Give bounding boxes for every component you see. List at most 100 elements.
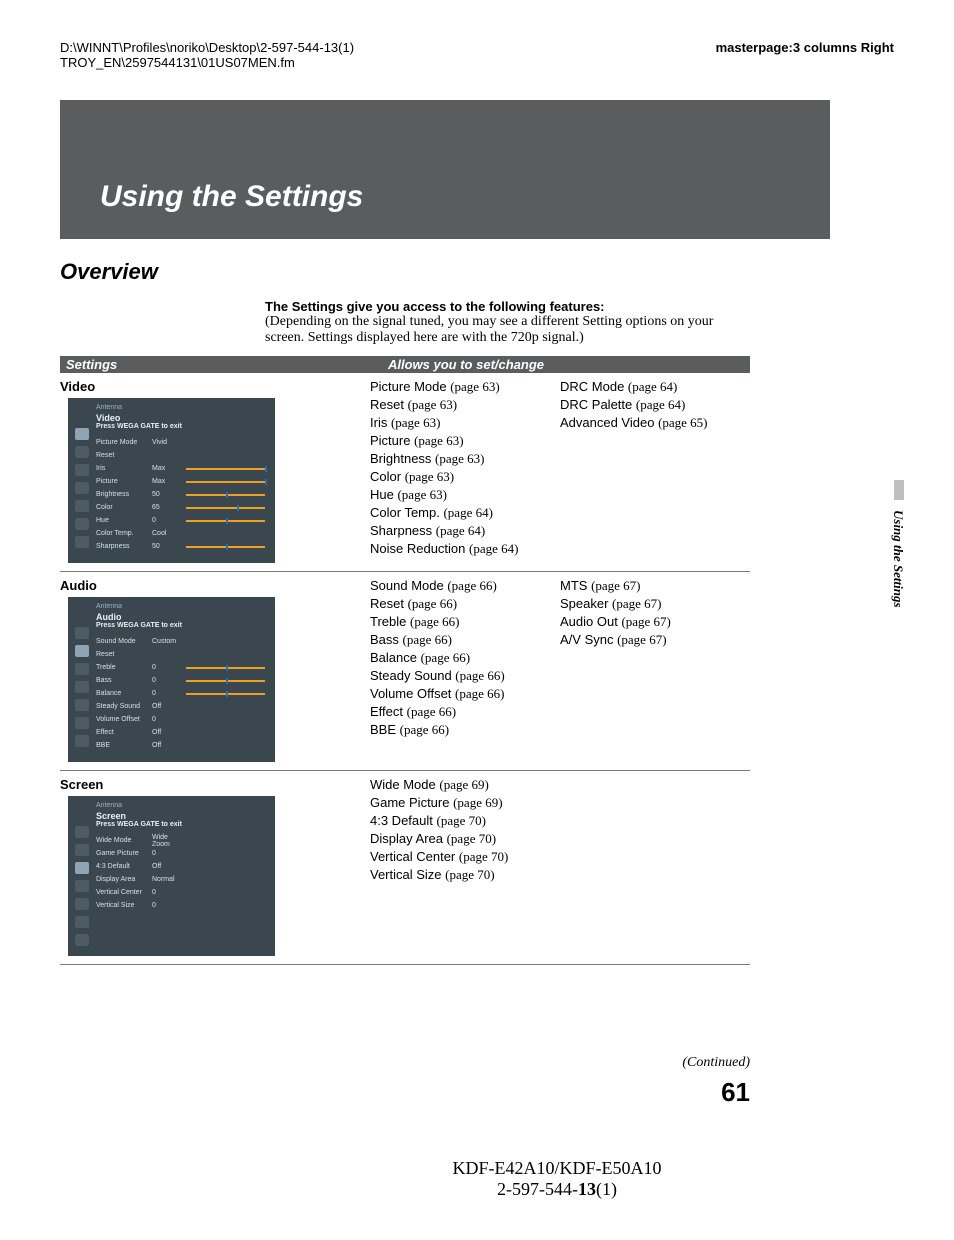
setting-item: Vertical Size (page 70) (370, 867, 560, 883)
setting-item: 4:3 Default (page 70) (370, 813, 560, 829)
menu-nav-icon (75, 663, 89, 675)
menu-row-label: Picture Mode (96, 439, 152, 446)
menu-slider (186, 693, 265, 695)
menu-slider (186, 667, 265, 669)
menu-nav-icon (75, 844, 89, 856)
setting-item: Iris (page 63) (370, 415, 560, 431)
menu-title: Screen (96, 811, 269, 821)
menu-nav-icon (75, 645, 89, 657)
menu-row-value: 50 (152, 491, 182, 498)
menu-slider (186, 494, 265, 496)
menu-row-value: Max (152, 465, 182, 472)
continued-label: (Continued) (60, 1055, 750, 1071)
menu-nav-icon (75, 536, 89, 548)
menu-row-value: Off (152, 863, 182, 870)
menu-row-value: 0 (152, 902, 182, 909)
menu-row-value: 0 (152, 889, 182, 896)
menu-row-value: 0 (152, 690, 182, 697)
setting-item: MTS (page 67) (560, 578, 750, 594)
menu-row-value: 65 (152, 504, 182, 511)
table-header-row: Settings Allows you to set/change (60, 356, 750, 373)
menu-subtitle: Press WEGA GATE to exit (96, 423, 269, 430)
menu-row-value: Vivid (152, 439, 182, 446)
menu-row-label: Color Temp. (96, 530, 152, 537)
menu-row: Treble0 (96, 661, 269, 674)
menu-row: IrisMax (96, 462, 269, 475)
menu-slider (186, 680, 265, 682)
menu-row-label: Display Area (96, 876, 152, 883)
menu-slider (186, 468, 265, 470)
section-title: Video (60, 379, 370, 394)
intro-text: The Settings give you access to the foll… (265, 299, 750, 346)
menu-row-label: Sound Mode (96, 638, 152, 645)
menu-row-label: BBE (96, 742, 152, 749)
menu-slider (186, 546, 265, 548)
menu-row-label: Vertical Size (96, 902, 152, 909)
setting-item: Hue (page 63) (370, 487, 560, 503)
menu-row-label: Picture (96, 478, 152, 485)
menu-row: Sharpness50 (96, 540, 269, 553)
chapter-banner: Using the Settings (60, 100, 830, 239)
menu-row-value: Off (152, 729, 182, 736)
menu-row: Color65 (96, 501, 269, 514)
menu-row: Vertical Center0 (96, 886, 269, 899)
menu-row: Hue0 (96, 514, 269, 527)
setting-item: Wide Mode (page 69) (370, 777, 560, 793)
menu-subtitle: Press WEGA GATE to exit (96, 821, 269, 828)
menu-row-value: Normal (152, 876, 182, 883)
menu-row-value: Cool (152, 530, 182, 537)
setting-item: Brightness (page 63) (370, 451, 560, 467)
header-path: D:\WINNT\Profiles\noriko\Desktop\2-597-5… (60, 40, 354, 70)
menu-row-value: 0 (152, 677, 182, 684)
menu-row-value: Wide Zoom (152, 834, 182, 848)
menu-row: Color Temp.Cool (96, 527, 269, 540)
header-masterpage: masterpage:3 columns Right (716, 40, 894, 70)
menu-nav-icon (75, 699, 89, 711)
setting-item: Game Picture (page 69) (370, 795, 560, 811)
menu-row: Vertical Size0 (96, 899, 269, 912)
menu-row-label: Volume Offset (96, 716, 152, 723)
menu-nav-icon (75, 717, 89, 729)
menu-nav-icon (75, 681, 89, 693)
settings-section: ScreenAntenna ScreenPress WEGA GATE to ex… (60, 771, 750, 965)
menu-row-label: Brightness (96, 491, 152, 498)
setting-item: Treble (page 66) (370, 614, 560, 630)
menu-row: Steady SoundOff (96, 700, 269, 713)
menu-row-value: 0 (152, 664, 182, 671)
setting-item: Volume Offset (page 66) (370, 686, 560, 702)
menu-row: PictureMax (96, 475, 269, 488)
menu-row-label: Vertical Center (96, 889, 152, 896)
menu-row-label: Effect (96, 729, 152, 736)
overview-heading: Overview (60, 259, 750, 287)
menu-row: Display AreaNormal (96, 873, 269, 886)
menu-row-value: Max (152, 478, 182, 485)
menu-row: BBEOff (96, 739, 269, 752)
setting-item: Picture Mode (page 63) (370, 379, 560, 395)
menu-title: Audio (96, 612, 269, 622)
setting-item: Color Temp. (page 64) (370, 505, 560, 521)
menu-subtitle: Press WEGA GATE to exit (96, 622, 269, 629)
menu-row-label: Game Picture (96, 850, 152, 857)
menu-row: Balance0 (96, 687, 269, 700)
setting-item: Audio Out (page 67) (560, 614, 750, 630)
setting-item: Sharpness (page 64) (370, 523, 560, 539)
menu-row-label: Sharpness (96, 543, 152, 550)
menu-antenna: Antenna (96, 802, 269, 809)
menu-row-label: Color (96, 504, 152, 511)
menu-slider (186, 520, 265, 522)
menu-row-label: Reset (96, 452, 152, 459)
menu-row-value: Custom (152, 638, 182, 645)
menu-nav-icon (75, 627, 89, 639)
menu-row: Wide ModeWide Zoom (96, 834, 269, 847)
setting-item: Noise Reduction (page 64) (370, 541, 560, 557)
menu-row-label: Treble (96, 664, 152, 671)
setting-item: Picture (page 63) (370, 433, 560, 449)
menu-nav-icon (75, 862, 89, 874)
setting-item: Balance (page 66) (370, 650, 560, 666)
menu-row-label: 4:3 Default (96, 863, 152, 870)
menu-row-value: 0 (152, 716, 182, 723)
menu-thumbnail: Antenna ScreenPress WEGA GATE to exit Wide… (68, 796, 275, 956)
page-number: 61 (60, 1077, 750, 1108)
menu-thumbnail: AntennaAudioPress WEGA GATE to exitSound… (68, 597, 275, 762)
menu-slider (186, 507, 265, 509)
